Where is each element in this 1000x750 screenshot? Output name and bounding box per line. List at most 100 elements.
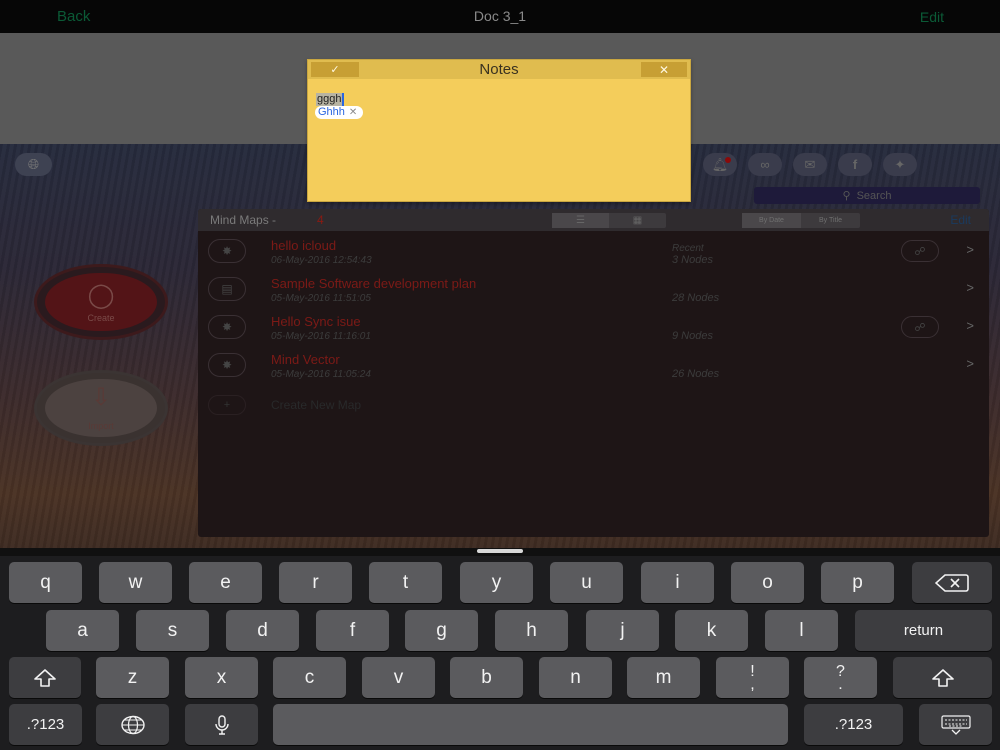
key-y[interactable]: y <box>460 562 533 603</box>
mind-maps-panel: Mind Maps - 4 ☰ ▦ By Date By Title Edit … <box>198 209 989 537</box>
map-name: hello icloud <box>271 238 337 253</box>
key-w[interactable]: w <box>99 562 172 603</box>
key-t[interactable]: t <box>369 562 442 603</box>
notes-popup: ✓ Notes ✕ gggh Ghhh ✕ <box>307 59 691 202</box>
dismiss-keyboard-key[interactable] <box>919 704 992 745</box>
create-new-map-label: Create New Map <box>271 398 362 412</box>
on-screen-keyboard: q w e r t y u i o p a s d f g h j k l re… <box>0 556 1000 750</box>
chevron-right-icon[interactable]: > <box>966 318 974 333</box>
link-icon[interactable]: ∞ <box>748 153 782 176</box>
key-x[interactable]: x <box>185 657 258 698</box>
numbers-key-left[interactable]: .?123 <box>9 704 82 745</box>
table-row[interactable]: ✸ Mind Vector 05-May-2016 11:05:24 26 No… <box>198 346 989 384</box>
notes-text-input[interactable]: gggh <box>316 93 345 106</box>
close-icon[interactable]: ✕ <box>641 62 687 77</box>
key-f[interactable]: f <box>316 610 389 651</box>
return-key[interactable]: return <box>855 610 992 651</box>
key-bottom-char: . <box>838 675 843 693</box>
plus-icon: + <box>208 395 246 415</box>
search-input[interactable]: ⚲ Search <box>754 187 980 204</box>
share-icon[interactable]: ☍ <box>901 316 939 338</box>
key-q[interactable]: q <box>9 562 82 603</box>
autocorrect-suggestion[interactable]: Ghhh ✕ <box>315 106 364 119</box>
table-row[interactable]: ✸ hello icloud 06-May-2016 12:54:43 Rece… <box>198 232 989 270</box>
lightbulb-icon: ◯ <box>87 282 115 309</box>
key-h[interactable]: h <box>495 610 568 651</box>
map-date: 05-May-2016 11:16:01 <box>271 331 371 342</box>
key-p[interactable]: p <box>821 562 894 603</box>
key-i[interactable]: i <box>641 562 714 603</box>
map-date: 05-May-2016 11:51:05 <box>271 293 371 304</box>
list-view-icon[interactable]: ☰ <box>552 213 609 228</box>
delete-key[interactable] <box>912 562 992 603</box>
twitter-icon[interactable]: ✦ <box>883 153 917 176</box>
key-k[interactable]: k <box>675 610 748 651</box>
share-toolbar: 🔔︎ ∞ ✉ f ✦ <box>703 153 917 176</box>
globe-icon[interactable]: 🌐︎ <box>15 153 52 176</box>
shift-icon <box>931 668 954 687</box>
key-s[interactable]: s <box>136 610 209 651</box>
key-z[interactable]: z <box>96 657 169 698</box>
node-count: 28 Nodes <box>672 292 720 304</box>
edit-button[interactable]: Edit <box>920 9 944 25</box>
map-name: Hello Sync isue <box>271 314 361 329</box>
mind-maps-title: Mind Maps - <box>210 213 277 227</box>
key-b[interactable]: b <box>450 657 523 698</box>
table-row[interactable]: ✸ Hello Sync isue 05-May-2016 11:16:01 9… <box>198 308 989 346</box>
key-g[interactable]: g <box>405 610 478 651</box>
facebook-icon[interactable]: f <box>838 153 872 176</box>
mindmap-icon: ✸ <box>208 315 246 339</box>
sort-by-date-button[interactable]: By Date <box>742 213 801 228</box>
key-e[interactable]: e <box>189 562 262 603</box>
import-tray-icon: ⇩ <box>90 384 112 411</box>
table-row[interactable]: ▤ Sample Software development plan 05-Ma… <box>198 270 989 308</box>
mind-maps-edit-button[interactable]: Edit <box>950 213 971 227</box>
space-bar[interactable] <box>273 704 788 745</box>
chevron-right-icon[interactable]: > <box>966 356 974 371</box>
key-v[interactable]: v <box>362 657 435 698</box>
node-count: 26 Nodes <box>672 368 720 380</box>
chevron-right-icon[interactable]: > <box>966 242 974 257</box>
import-label: Import <box>88 421 114 431</box>
map-name: Mind Vector <box>271 352 340 367</box>
nav-bar: Back Doc 3_1 Edit <box>0 0 1000 33</box>
map-date: 05-May-2016 11:05:24 <box>271 369 371 380</box>
numbers-key-right[interactable]: .?123 <box>804 704 903 745</box>
dismiss-icon[interactable]: ✕ <box>349 106 357 119</box>
key-l[interactable]: l <box>765 610 838 651</box>
key-n[interactable]: n <box>539 657 612 698</box>
key-bottom-char: , <box>750 675 755 693</box>
suggestion-text: Ghhh <box>318 106 345 118</box>
key-u[interactable]: u <box>550 562 623 603</box>
mind-maps-count: 4 <box>317 213 324 227</box>
key-exclamation-comma[interactable]: ! , <box>716 657 789 698</box>
globe-key[interactable] <box>96 704 169 745</box>
import-button[interactable]: ⇩ Import <box>34 370 168 446</box>
sort-toggle: By Date By Title <box>742 213 860 228</box>
key-d[interactable]: d <box>226 610 299 651</box>
key-question-period[interactable]: ? . <box>804 657 877 698</box>
key-a[interactable]: a <box>46 610 119 651</box>
notes-title: Notes <box>479 61 519 78</box>
notification-badge <box>725 157 731 163</box>
share-icon[interactable]: ☍ <box>901 240 939 262</box>
key-m[interactable]: m <box>627 657 700 698</box>
mail-icon[interactable]: ✉ <box>793 153 827 176</box>
grid-view-icon[interactable]: ▦ <box>609 213 666 228</box>
keyboard-drag-handle[interactable] <box>477 549 523 553</box>
key-c[interactable]: c <box>273 657 346 698</box>
shift-icon <box>34 668 56 687</box>
shift-key-left[interactable] <box>9 657 81 698</box>
chevron-right-icon[interactable]: > <box>966 280 974 295</box>
create-new-map-row[interactable]: + Create New Map <box>198 395 989 417</box>
shift-key-right[interactable] <box>893 657 992 698</box>
key-r[interactable]: r <box>279 562 352 603</box>
create-label: Create <box>87 313 115 323</box>
dictation-key[interactable] <box>185 704 258 745</box>
create-button[interactable]: ◯ Create <box>34 264 168 340</box>
notification-icon[interactable]: 🔔︎ <box>703 153 737 176</box>
search-placeholder: Search <box>856 189 892 202</box>
key-j[interactable]: j <box>586 610 659 651</box>
sort-by-title-button[interactable]: By Title <box>801 213 860 228</box>
key-o[interactable]: o <box>731 562 804 603</box>
